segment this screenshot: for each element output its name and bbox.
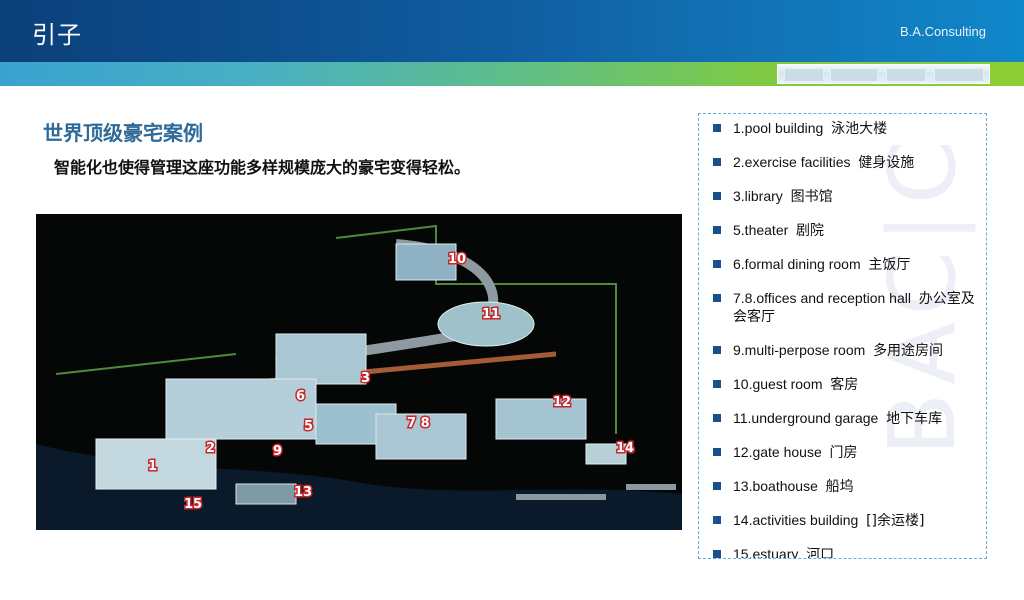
plan-label-5: 5 bbox=[304, 419, 313, 434]
section-body: 智能化也使得管理这座功能多样规模庞大的豪宅变得轻松。 bbox=[54, 158, 471, 177]
list-item-en: 12.gate house bbox=[733, 444, 822, 460]
plan-label-10: 10 bbox=[448, 252, 466, 267]
list-item: 13.boathouse 船坞 bbox=[713, 478, 981, 496]
list-item-en: 3.library bbox=[733, 188, 783, 204]
plan-label-9: 9 bbox=[273, 444, 282, 459]
list-item: 12.gate house 门房 bbox=[713, 444, 981, 462]
plan-label-7-8: 7 8 bbox=[407, 416, 430, 431]
page-title: 引子 bbox=[32, 21, 82, 49]
list-item-cn: 河口 bbox=[806, 547, 835, 559]
list-item-cn: 健身设施 bbox=[858, 155, 915, 171]
plan-label-13: 13 bbox=[294, 485, 312, 500]
square-bullet-icon bbox=[713, 414, 721, 422]
list-item: 15.estuary 河口 bbox=[713, 546, 981, 559]
plan-label-6: 6 bbox=[296, 389, 305, 404]
list-item-cn: 门房 bbox=[829, 445, 858, 461]
list-item-cn: 泳池大楼 bbox=[831, 121, 888, 137]
square-bullet-icon bbox=[713, 516, 721, 524]
square-bullet-icon bbox=[713, 124, 721, 132]
list-item: 3.library 图书馆 bbox=[713, 188, 981, 206]
list-item: 2.exercise facilities 健身设施 bbox=[713, 154, 981, 172]
list-item-en: 11.underground garage bbox=[733, 410, 879, 426]
list-item-en: 6.formal dining room bbox=[733, 256, 861, 272]
list-item-en: 1.pool building bbox=[733, 120, 824, 136]
brand-label: B.A.Consulting bbox=[900, 24, 986, 39]
square-bullet-icon bbox=[713, 482, 721, 490]
header-bar: 引子 B.A.Consulting bbox=[0, 0, 1024, 62]
plan-label-1: 1 bbox=[148, 459, 157, 474]
list-item-en: 7.8.offices and reception hall bbox=[733, 290, 911, 306]
list-item-cn: 多用途房间 bbox=[873, 343, 944, 359]
section-title: 世界顶级豪宅案例 bbox=[43, 121, 203, 145]
list-item-cn: 船坞 bbox=[825, 479, 854, 495]
mansion-plan-image: 10 11 3 6 5 7 8 12 14 9 2 1 15 13 bbox=[36, 214, 682, 530]
square-bullet-icon bbox=[713, 260, 721, 268]
banner-photo bbox=[777, 64, 990, 84]
list-item: 14.activities building []余运楼] bbox=[713, 512, 981, 530]
list-item-cn: 主饭厅 bbox=[868, 257, 911, 273]
square-bullet-icon bbox=[713, 158, 721, 166]
list-item-en: 2.exercise facilities bbox=[733, 154, 851, 170]
square-bullet-icon bbox=[713, 380, 721, 388]
list-item-en: 5.theater bbox=[733, 222, 789, 238]
square-bullet-icon bbox=[713, 294, 721, 302]
plan-label-14: 14 bbox=[616, 441, 634, 456]
plan-label-3: 3 bbox=[361, 371, 370, 386]
list-item-cn: 图书馆 bbox=[790, 189, 833, 205]
square-bullet-icon bbox=[713, 346, 721, 354]
square-bullet-icon bbox=[713, 550, 721, 558]
list-item-en: 10.guest room bbox=[733, 376, 823, 392]
list-item-cn: 剧院 bbox=[796, 223, 825, 239]
list-item-en: 9.multi-perpose room bbox=[733, 342, 866, 358]
plan-label-2: 2 bbox=[206, 441, 215, 456]
square-bullet-icon bbox=[713, 448, 721, 456]
plan-label-11: 11 bbox=[482, 307, 500, 322]
list-item-en: 15.estuary bbox=[733, 546, 799, 559]
list-item: 9.multi-perpose room 多用途房间 bbox=[713, 342, 981, 360]
legend-box: BAC|C 1.pool building 泳池大楼 2.exercise fa… bbox=[698, 113, 987, 559]
plan-label-15: 15 bbox=[184, 497, 202, 512]
square-bullet-icon bbox=[713, 226, 721, 234]
square-bullet-icon bbox=[713, 192, 721, 200]
mansion-plan-illustration: 10 11 3 6 5 7 8 12 14 9 2 1 15 13 bbox=[36, 224, 682, 530]
list-item: 10.guest room 客房 bbox=[713, 376, 981, 394]
legend-list: 1.pool building 泳池大楼 2.exercise faciliti… bbox=[713, 120, 981, 559]
list-item-cn: 客房 bbox=[830, 377, 859, 393]
list-item-en: 14.activities building bbox=[733, 512, 859, 528]
list-item: 5.theater 剧院 bbox=[713, 222, 981, 240]
list-item-en: 13.boathouse bbox=[733, 478, 818, 494]
list-item: 11.underground garage 地下车库 bbox=[713, 410, 981, 428]
list-item: 6.formal dining room 主饭厅 bbox=[713, 256, 981, 274]
plan-label-12: 12 bbox=[553, 395, 571, 410]
list-item: 1.pool building 泳池大楼 bbox=[713, 120, 981, 138]
list-item-cn: []余运楼] bbox=[866, 513, 925, 529]
list-item-cn: 地下车库 bbox=[886, 411, 943, 427]
list-item: 7.8.offices and reception hall 办公室及会客厅 bbox=[713, 290, 981, 326]
